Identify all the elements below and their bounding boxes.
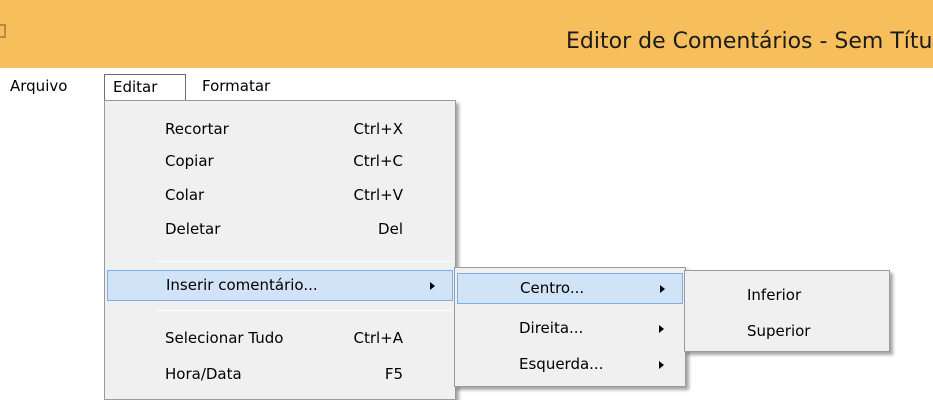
insert-comment-submenu: Centro... Direita... Esquerda... [454,267,686,387]
menu-item-label: Deletar [165,220,221,238]
menu-separator [157,261,451,262]
menu-formatar[interactable]: Formatar [194,74,278,100]
menu-item-direita[interactable]: Direita... [457,313,683,344]
menu-item-label: Superior [747,322,811,340]
app-icon[interactable] [0,24,6,38]
chevron-right-icon [660,285,665,293]
menu-item-shortcut: Ctrl+X [353,120,403,138]
chevron-right-icon [659,325,664,333]
menu-item-inserir-comentario[interactable]: Inserir comentário... [107,270,453,301]
menu-item-esquerda[interactable]: Esquerda... [457,349,683,380]
menu-item-label: Hora/Data [165,365,242,383]
menu-item-colar[interactable]: Colar Ctrl+V [165,180,403,211]
menu-item-label: Inserir comentário... [166,276,318,294]
menu-item-deletar[interactable]: Deletar Del [165,214,403,245]
menu-item-label: Copiar [165,152,214,170]
menu-item-label: Esquerda... [519,355,604,373]
menu-arquivo[interactable]: Arquivo [2,74,75,100]
menu-item-label: Centro... [520,279,585,297]
menu-item-superior[interactable]: Superior [747,316,877,347]
window-title: Editor de Comentários - Sem Títu [566,29,933,54]
menu-gutter [685,271,717,351]
menu-item-selecionar-tudo[interactable]: Selecionar Tudo Ctrl+A [165,323,403,354]
menu-item-label: Colar [165,186,205,204]
menu-gutter [105,101,137,399]
menu-item-shortcut: Del [378,220,403,238]
center-submenu: Inferior Superior [684,270,890,352]
menu-item-recortar[interactable]: Recortar Ctrl+X [165,114,403,145]
menu-item-label: Direita... [519,319,584,337]
edit-menu: Recortar Ctrl+X Copiar Ctrl+C Colar Ctrl… [104,100,456,400]
title-bar: Editor de Comentários - Sem Títu [0,0,933,68]
menu-item-label: Inferior [747,286,802,304]
menu-item-inferior[interactable]: Inferior [747,280,877,311]
chevron-right-icon [659,361,664,369]
menu-item-shortcut: Ctrl+V [353,186,403,204]
menu-item-shortcut: Ctrl+C [353,152,403,170]
menu-item-shortcut: F5 [384,365,403,383]
menu-item-shortcut: Ctrl+A [353,329,403,347]
menu-separator [157,310,451,311]
chevron-right-icon [430,282,435,290]
menu-editar[interactable]: Editar [104,74,186,100]
menu-item-hora-data[interactable]: Hora/Data F5 [165,359,403,390]
menu-item-centro[interactable]: Centro... [457,273,683,304]
menu-item-label: Selecionar Tudo [165,329,284,347]
menu-item-copiar[interactable]: Copiar Ctrl+C [165,146,403,177]
menu-item-label: Recortar [165,120,229,138]
